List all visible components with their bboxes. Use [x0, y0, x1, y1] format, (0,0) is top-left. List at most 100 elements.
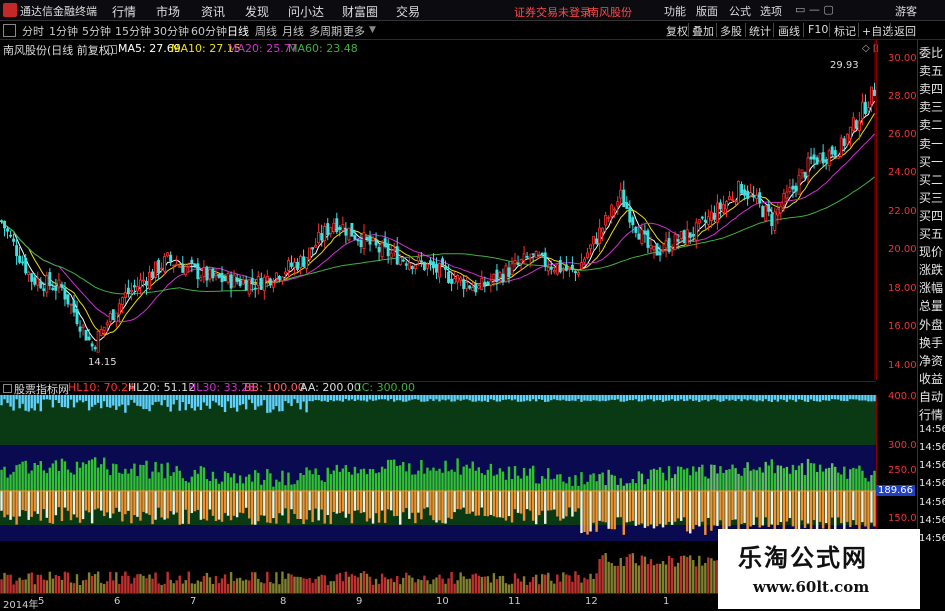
side-panel-item: 总量 — [919, 299, 944, 314]
side-panel-item: 委比 — [919, 46, 944, 60]
cc-label: CC: 300.00 — [354, 381, 416, 394]
side-panel-item: 买四 — [919, 208, 944, 223]
menu-news[interactable]: 资讯 — [201, 3, 225, 20]
date-label: 11 — [508, 596, 521, 607]
side-panel-item: 收益 — [919, 371, 944, 386]
side-panel-item: 14:56 — [919, 496, 945, 508]
watermark-title: 乐淘公式网 — [738, 543, 868, 572]
side-panel-item: 现价 — [919, 245, 944, 260]
side-panel-item: 14:56 — [919, 460, 945, 472]
period-5min[interactable]: 5分钟 — [82, 23, 111, 39]
side-panel-item: 涨幅 — [919, 281, 944, 296]
period-15min[interactable]: 15分钟 — [115, 23, 151, 39]
side-panel-item: 净资 — [919, 353, 944, 368]
side-panel-item[interactable]: 行情 — [919, 406, 943, 423]
period-monthly[interactable]: 月线 — [282, 23, 304, 39]
side-panel-item: 卖二 — [919, 118, 944, 133]
side-panel-item: 14:56 — [919, 424, 945, 436]
price-tick: 28.00 — [888, 91, 917, 102]
period-toolbar: 分时 1分钟 5分钟 15分钟 30分钟 60分钟 日线 周线 月线 多周期 更… — [0, 21, 945, 40]
app-title: 通达信金融终端 — [20, 5, 97, 18]
period-more[interactable]: 更多 — [343, 23, 365, 39]
window-controls[interactable]: ▭ — ▢ — [795, 3, 835, 17]
date-label: 12 — [585, 596, 598, 607]
side-panel-item: 14:56 — [919, 532, 945, 544]
period-daily[interactable]: 日线 — [227, 23, 249, 39]
indicator-settings-icon[interactable] — [3, 384, 12, 393]
side-panel-item: 14:56 — [919, 478, 945, 490]
price-chart[interactable] — [0, 40, 876, 380]
statistics-button[interactable]: 统计 — [747, 23, 773, 39]
date-label: 7 — [190, 596, 197, 607]
overlay-button[interactable]: 叠加 — [690, 23, 716, 39]
title-menu-bar: 通达信金融终端 行情 市场 资讯 发现 问小达 财富圈 交易 证券交易未登录 南… — [0, 0, 945, 21]
trade-login-warning[interactable]: 证券交易未登录 — [514, 4, 591, 20]
period-weekly[interactable]: 周线 — [255, 23, 277, 39]
mark-button[interactable]: 标记 — [832, 23, 858, 39]
more-chevron-icon[interactable]: ▼ — [369, 25, 376, 35]
menu-function[interactable]: 功能 — [664, 3, 686, 19]
date-label: 5 — [38, 596, 45, 607]
hl10-label: HL10: 70.24 — [68, 381, 136, 394]
back-button[interactable]: 返回 — [892, 23, 918, 39]
side-panel-item: 外盘 — [919, 317, 944, 332]
price-tick: 22.00 — [888, 206, 917, 217]
indicator-current-value: 189.66 — [876, 485, 915, 496]
f10-button[interactable]: F10 — [806, 23, 830, 36]
price-tick: 16.00 — [888, 321, 917, 332]
watermark-url: www.60lt.com — [753, 578, 870, 596]
menu-ask[interactable]: 问小达 — [288, 3, 324, 20]
menu-layout[interactable]: 版面 — [696, 3, 718, 19]
indicator-tick: 150.0 — [888, 513, 917, 524]
restore-rights-button[interactable]: 复权 — [664, 23, 690, 39]
menu-discover[interactable]: 发现 — [245, 3, 269, 20]
side-panel-item: 14:56 — [919, 442, 945, 454]
side-panel-item: 涨跌 — [919, 263, 944, 278]
guest-label[interactable]: 游客 — [895, 3, 917, 19]
side-panel-item: 卖五 — [919, 64, 944, 79]
menu-quotes[interactable]: 行情 — [112, 3, 136, 20]
side-panel-item: 卖一 — [919, 136, 944, 151]
aa-label: AA: 200.00 — [300, 381, 361, 394]
side-panel-item: 买一 — [919, 154, 944, 169]
bb-label: BB: 100.00 — [244, 381, 305, 394]
price-tick: 30.00 — [888, 53, 917, 64]
period-30min[interactable]: 30分钟 — [153, 23, 189, 39]
side-panel-item: 买三 — [919, 190, 944, 205]
period-1min[interactable]: 1分钟 — [49, 23, 78, 39]
low-price-annotation: 14.15 — [88, 357, 117, 368]
price-tick: 24.00 — [888, 167, 917, 178]
hl20-label: HL20: 51.12 — [128, 381, 196, 394]
menu-wealth[interactable]: 财富圈 — [342, 3, 378, 20]
draw-line-button[interactable]: 画线 — [776, 23, 802, 39]
date-label: 8 — [280, 596, 287, 607]
date-label: 1 — [663, 596, 670, 607]
indicator-tick: 250.0 — [888, 465, 917, 476]
price-tick: 14.00 — [888, 360, 917, 371]
menu-trade[interactable]: 交易 — [396, 3, 420, 20]
indicator-tick: 300.0 — [888, 440, 917, 451]
menu-formula[interactable]: 公式 — [729, 3, 751, 19]
current-stock-name: 南风股份 — [588, 6, 632, 19]
period-60min[interactable]: 60分钟 — [191, 23, 227, 39]
app-logo-icon — [3, 3, 17, 17]
price-tick: 26.00 — [888, 129, 917, 140]
menu-options[interactable]: 选项 — [760, 3, 782, 19]
period-multi[interactable]: 多周期 — [309, 23, 342, 39]
side-panel-item: 买五 — [919, 227, 944, 241]
side-panel-item[interactable]: 自动 — [919, 388, 943, 405]
indicator-tick: 400.0 — [888, 391, 917, 402]
price-tick: 18.00 — [888, 283, 917, 294]
date-label: 6 — [114, 596, 121, 607]
menu-market[interactable]: 市场 — [156, 3, 180, 20]
period-timeshare[interactable]: 分时 — [22, 23, 44, 39]
side-panel-item: 买二 — [919, 172, 944, 187]
side-panel-item: 卖三 — [919, 100, 944, 115]
multi-stock-button[interactable]: 多股 — [718, 23, 744, 39]
side-panel-item: 14:56 — [919, 514, 945, 526]
side-panel-item: 换手 — [919, 335, 944, 350]
panel-toggle-icon[interactable] — [3, 24, 16, 37]
date-label: 10 — [436, 596, 449, 607]
price-tick: 20.00 — [888, 244, 917, 255]
side-panel-item: 卖四 — [919, 82, 944, 97]
